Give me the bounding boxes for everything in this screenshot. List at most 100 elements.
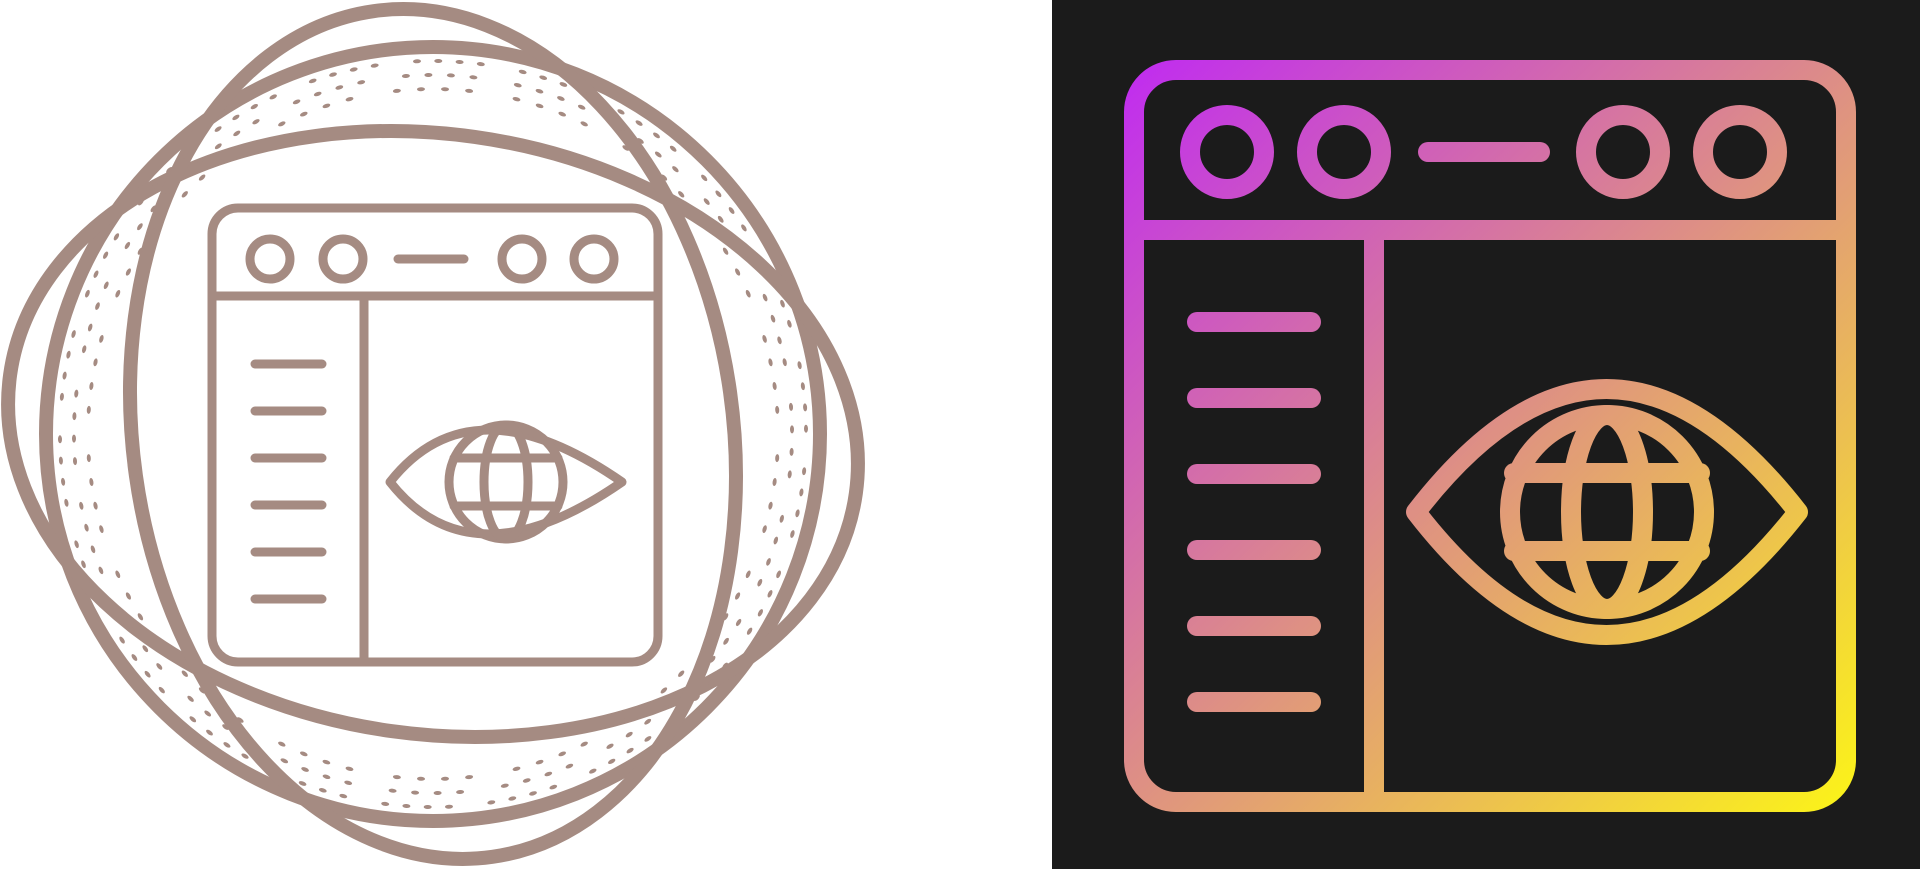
badge-dot — [413, 59, 421, 64]
badge-dot — [206, 729, 213, 736]
badge-dot — [131, 654, 138, 661]
window-button-2 — [318, 234, 368, 284]
badge-dot — [280, 758, 289, 764]
badge-dot — [71, 434, 77, 443]
badge-dot — [82, 345, 87, 354]
badge-dot — [81, 560, 86, 569]
badge-dot — [298, 781, 307, 786]
badge-dot — [401, 73, 410, 79]
badge-dot — [773, 536, 779, 545]
badge-dot — [775, 405, 780, 414]
badge-dot — [223, 742, 231, 748]
badge-dot — [89, 382, 94, 390]
badge-dot — [544, 771, 553, 777]
badge-dot — [335, 85, 344, 90]
badge-dot — [746, 627, 753, 635]
badge-dot — [776, 570, 781, 579]
badge-dot — [644, 718, 652, 725]
badge-dot — [349, 67, 358, 72]
badge-dot — [735, 268, 741, 276]
badge-dot — [124, 241, 131, 250]
badge-dot — [741, 224, 747, 232]
badge-dot — [269, 94, 277, 100]
badge-dot — [113, 233, 120, 241]
badge-dot — [71, 330, 76, 338]
badge-dot — [424, 72, 433, 78]
badge-dot — [233, 130, 241, 137]
badge-dot — [779, 514, 784, 523]
badge-dot — [381, 801, 390, 806]
badge-dot — [735, 618, 742, 627]
badge-dot — [465, 775, 474, 780]
badge-dot — [89, 478, 94, 486]
badge-dot — [678, 670, 685, 677]
badge-dot — [232, 114, 240, 121]
badge-dot — [74, 540, 79, 549]
badge-dot — [313, 91, 322, 97]
badge-dot — [654, 151, 662, 158]
badge-dot — [62, 371, 67, 380]
badge-dot — [61, 477, 66, 486]
badge-dot — [487, 800, 496, 805]
window-button-3 — [497, 234, 547, 284]
badge-dot — [93, 501, 98, 510]
dotted-ring — [57, 58, 809, 810]
badge-dot — [423, 804, 432, 810]
badge-dot — [787, 319, 792, 328]
badge-dot — [95, 302, 100, 310]
badge-dot — [300, 111, 308, 117]
badge-dot — [85, 289, 90, 298]
badge-dot — [455, 59, 464, 65]
badge-dot — [446, 73, 455, 78]
badge-dot — [772, 382, 777, 390]
window-button-1 — [245, 234, 295, 284]
badge-dot — [441, 87, 449, 92]
badge-dot — [84, 523, 89, 532]
badge-dot — [635, 120, 643, 126]
badge-dot — [580, 741, 588, 747]
badge-dot — [99, 335, 104, 343]
badge-dot — [535, 88, 544, 94]
badge-dot — [745, 570, 751, 579]
badge-dot — [64, 498, 69, 507]
badge-dot — [476, 62, 485, 67]
badge-dot — [318, 788, 327, 793]
badge-dot — [144, 670, 151, 678]
badge-dot — [301, 767, 309, 772]
badge-dot — [98, 566, 104, 575]
browser-eye-globe-icon — [1, 2, 865, 866]
badge-dot — [589, 768, 597, 774]
badge-dot — [156, 663, 163, 670]
badge-dot — [402, 803, 411, 809]
badge-dot — [90, 545, 96, 554]
badge-dot — [441, 776, 449, 781]
window-button-4 — [569, 234, 619, 284]
badge-dot — [762, 525, 767, 533]
badge-dot — [357, 80, 366, 85]
badge-dot — [103, 281, 109, 290]
badge-dot — [204, 710, 212, 717]
badge-dot — [797, 361, 802, 370]
badge-dot — [644, 736, 652, 742]
badge-dot — [701, 174, 708, 182]
badge-dot — [339, 793, 348, 799]
badge-dot — [322, 774, 331, 780]
badge-dot — [789, 447, 794, 456]
badge-dot — [653, 132, 660, 139]
badge-dot — [322, 759, 331, 765]
globe-icon — [444, 420, 568, 544]
badge-dot — [800, 382, 805, 391]
badge-dot — [512, 97, 521, 102]
badge-dot — [125, 592, 131, 600]
badge-dot — [187, 695, 194, 702]
badge-dot — [392, 88, 401, 93]
badge-dot — [345, 97, 354, 102]
badge-dot — [137, 613, 144, 621]
badge-dot — [775, 454, 780, 463]
eye-icon — [385, 425, 627, 539]
badge-dot — [86, 454, 91, 463]
browser-window — [207, 203, 663, 667]
badge-dot — [278, 741, 286, 747]
badge-dot — [99, 525, 104, 533]
left-icon-panel — [0, 0, 1052, 869]
